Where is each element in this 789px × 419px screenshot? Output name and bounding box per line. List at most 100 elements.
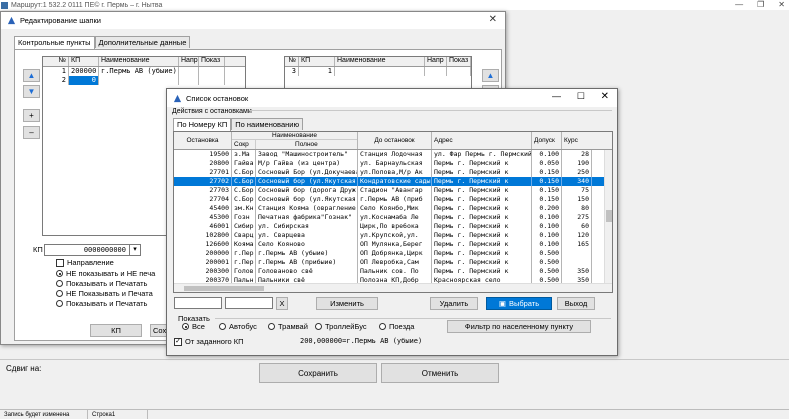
show-option-0[interactable]: НЕ показывать и НЕ печа bbox=[56, 269, 155, 278]
table-row[interactable]: 45300 Гозн Печатная фабрика"Гознак" ул.Косн… bbox=[174, 213, 612, 222]
table-row[interactable]: 102800 Сварц ул. Сварцева ул.Крупской,ул. Пе… bbox=[174, 231, 612, 240]
show-option-3[interactable]: Показывать и Печатать bbox=[56, 299, 147, 308]
table-row[interactable]: 1 200000 г.Пермь АВ (убыие) bbox=[43, 67, 245, 76]
select-button[interactable]: ▣ Выбрать bbox=[486, 297, 552, 310]
table-row[interactable]: 45400 зм.Кн Станция Кояма (оврагление Село … bbox=[174, 204, 612, 213]
table-row[interactable]: 3 1 bbox=[285, 67, 471, 76]
stops-tabs: По Номеру КП По наименованию bbox=[173, 118, 304, 131]
radio-icon bbox=[315, 323, 322, 330]
add-row-button[interactable]: + bbox=[23, 109, 40, 122]
search-input-1[interactable] bbox=[174, 297, 222, 309]
remove-row-button[interactable]: – bbox=[23, 126, 40, 139]
maximize-icon[interactable]: ☐ bbox=[577, 91, 585, 102]
table-cell: 165 bbox=[562, 240, 592, 249]
table-row[interactable]: 27704 С.Бор Сосновый бор (ул.Якутская г.Пер… bbox=[174, 195, 612, 204]
table-cell bbox=[562, 249, 592, 258]
filter-by-city-button[interactable]: Фильтр по населенному пункту bbox=[447, 320, 591, 333]
show-divider bbox=[215, 318, 611, 319]
table-cell: 275 bbox=[562, 213, 592, 222]
table-cell: Гозн bbox=[232, 213, 256, 222]
change-button[interactable]: Изменить bbox=[316, 297, 378, 310]
table-row[interactable]: 200300 Голов Голованово свё Пальник сов. По… bbox=[174, 267, 612, 276]
show-option-1[interactable]: Показывать и Печатать bbox=[56, 279, 147, 288]
name-group-header: Наименование bbox=[232, 132, 357, 140]
stops-dialog-titlebar: Список остановок — ☐ ✕ bbox=[167, 89, 617, 107]
table-cell: 45400 bbox=[174, 204, 232, 213]
tab-additional-data[interactable]: Дополнительные данные bbox=[94, 36, 191, 48]
exit-button[interactable]: Выход bbox=[557, 297, 595, 310]
table-cell: 45300 bbox=[174, 213, 232, 222]
kp-button[interactable]: КП bbox=[90, 324, 142, 337]
delete-button[interactable]: Удалить bbox=[430, 297, 478, 310]
filter-bus[interactable]: Автобус bbox=[219, 322, 257, 331]
tab-by-number[interactable]: По Номеру КП bbox=[173, 118, 232, 131]
clear-search-button[interactable]: X bbox=[276, 297, 288, 310]
cancel-button[interactable]: Отменить bbox=[381, 363, 499, 383]
table-cell: 0.100 bbox=[532, 222, 562, 231]
stops-dialog-title: Список остановок bbox=[186, 93, 249, 103]
status-bar: Запись будет изменена Строка1 bbox=[0, 409, 789, 419]
right-move-up-button[interactable]: ▲ bbox=[482, 69, 499, 82]
table-cell: 0.100 bbox=[532, 150, 562, 159]
radio-icon bbox=[379, 323, 386, 330]
from-kp-checkbox[interactable]: ✓ От заданного КП bbox=[174, 337, 244, 346]
minimize-icon[interactable]: — bbox=[735, 0, 743, 9]
table-cell: 27701 bbox=[174, 168, 232, 177]
scroll-thumb[interactable] bbox=[184, 286, 264, 291]
table-cell: 0.100 bbox=[532, 213, 562, 222]
close-icon[interactable]: ✕ bbox=[778, 0, 785, 9]
table-cell: 0.150 bbox=[532, 177, 562, 186]
table-row[interactable]: 27702 С.Бор Сосновый бор (ул.Якутская) Конд… bbox=[174, 177, 612, 186]
table-cell: 150 bbox=[562, 195, 592, 204]
direction-checkbox[interactable]: Направление bbox=[56, 258, 114, 267]
stops-grid[interactable]: Остановка Наименование Сокр Полное До ос… bbox=[173, 131, 613, 293]
table-cell: 27702 bbox=[174, 177, 232, 186]
filter-trolleybus[interactable]: ТроллейБус bbox=[315, 322, 367, 331]
table-row[interactable]: 200000 г.Пер г.Пермь АВ (убыие) ОП Добрянка… bbox=[174, 249, 612, 258]
save-button[interactable]: Сохранить bbox=[259, 363, 377, 383]
radio-icon bbox=[219, 323, 226, 330]
table-cell: 27704 bbox=[174, 195, 232, 204]
window-icon bbox=[173, 94, 182, 102]
table-row[interactable]: 27701 С.Бор Сосновый Бор (ул.Докучаева) ул.… bbox=[174, 168, 612, 177]
move-down-button[interactable]: ▼ bbox=[23, 85, 40, 98]
table-cell: 0.500 bbox=[532, 258, 562, 267]
actions-divider bbox=[250, 110, 612, 111]
table-cell: Завод "Машиностроитель" bbox=[256, 150, 358, 159]
kp-input[interactable]: 0000000000 bbox=[44, 244, 130, 256]
table-row[interactable]: 20800 Гайва М/р Гайва (из центра) ул. Барна… bbox=[174, 159, 612, 168]
table-cell: М/р Гайва (из центра) bbox=[256, 159, 358, 168]
table-row[interactable]: 126600 Кояма Село Кояново ОП Мулянка,Берег П… bbox=[174, 240, 612, 249]
filter-train[interactable]: Поезда bbox=[379, 322, 414, 331]
vertical-scrollbar[interactable] bbox=[604, 150, 612, 284]
table-cell: ул.Крупской,ул. bbox=[358, 231, 432, 240]
restore-icon[interactable]: ❐ bbox=[757, 0, 764, 9]
grid-header: № КП Наименование Напр Показ bbox=[285, 57, 471, 67]
horizontal-scrollbar[interactable] bbox=[174, 283, 612, 292]
close-icon[interactable]: ✕ bbox=[489, 14, 497, 25]
table-row[interactable]: 27703 С.Бор Сосновый бор (дорога Друж) Стад… bbox=[174, 186, 612, 195]
table-row[interactable]: 2 0 bbox=[43, 76, 245, 85]
filter-tram[interactable]: Трамвай bbox=[268, 322, 308, 331]
move-up-button[interactable]: ▲ bbox=[23, 69, 40, 82]
radio-icon bbox=[56, 270, 63, 277]
search-input-2[interactable] bbox=[225, 297, 273, 309]
show-option-2[interactable]: НЕ Показывать и Печата bbox=[56, 289, 153, 298]
close-icon[interactable]: ✕ bbox=[601, 91, 609, 102]
table-row[interactable]: 46001 Сибир ул. Сибирская Цирк,По вре6ока Пе… bbox=[174, 222, 612, 231]
tab-control-points[interactable]: Контрольные пункты bbox=[14, 36, 95, 49]
table-row[interactable]: 200001 г.Пер г.Пермь АВ (прибыие) ОП Левроб… bbox=[174, 258, 612, 267]
chevron-down-icon[interactable]: ▾ bbox=[130, 244, 141, 256]
tab-by-name[interactable]: По наименованию bbox=[231, 118, 304, 130]
select-label: Выбрать bbox=[508, 299, 540, 308]
table-cell: 0.200 bbox=[532, 204, 562, 213]
status-section: Строка1 bbox=[88, 410, 148, 419]
table-cell: Сибир bbox=[232, 222, 256, 231]
arrow-up-icon: ▲ bbox=[27, 71, 36, 80]
table-row[interactable]: 19500 з.Ма Завод "Машиностроитель" Станция … bbox=[174, 150, 612, 159]
filter-all[interactable]: Все bbox=[182, 322, 205, 331]
table-cell: С.Бор bbox=[232, 168, 256, 177]
scroll-thumb[interactable] bbox=[606, 210, 612, 222]
grid-header: № КП Наименование Напр Показ bbox=[43, 57, 245, 67]
minimize-icon[interactable]: — bbox=[552, 91, 561, 101]
